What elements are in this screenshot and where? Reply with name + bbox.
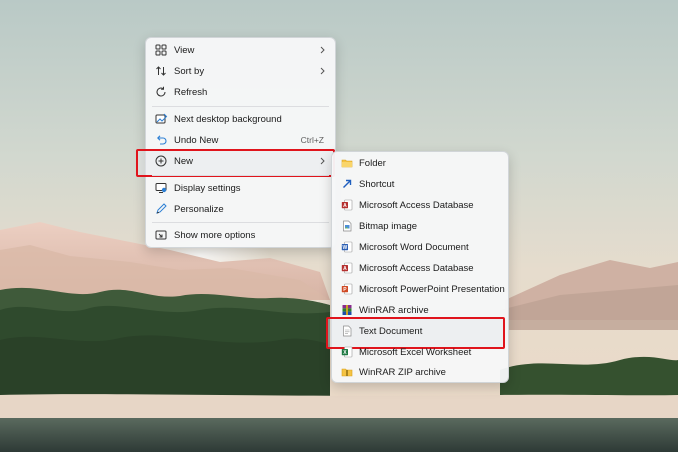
word-icon: W: [340, 240, 354, 254]
submenu-item-bitmap-image[interactable]: Bitmap image: [340, 216, 504, 236]
submenu-item-access-database[interactable]: A Microsoft Access Database: [340, 195, 504, 215]
view-icon: [154, 43, 168, 57]
chevron-right-icon: [318, 45, 326, 55]
submenu-item-label: Shortcut: [359, 178, 395, 190]
submenu-item-label: WinRAR ZIP archive: [359, 366, 446, 378]
winrar-icon: [340, 303, 354, 317]
menu-item-undo-new[interactable]: Undo New Ctrl+Z: [154, 130, 334, 150]
text-document-icon: [340, 324, 354, 338]
submenu-item-label: Text Document: [359, 325, 423, 337]
pen-icon: [154, 202, 168, 216]
menu-item-personalize[interactable]: Personalize: [154, 199, 334, 219]
access-icon: A: [340, 261, 354, 275]
folder-icon: [340, 156, 354, 170]
excel-icon: X: [340, 345, 354, 359]
menu-item-label: Show more options: [174, 229, 256, 241]
menu-item-label: New: [174, 155, 194, 167]
new-submenu: Folder Shortcut A Microsoft Access Datab…: [326, 151, 509, 383]
sort-icon: [154, 64, 168, 78]
menu-separator: [152, 175, 329, 176]
menu-item-label: Display settings: [174, 182, 241, 194]
menu-item-view[interactable]: View: [154, 40, 334, 60]
access-icon: A: [340, 198, 354, 212]
submenu-item-excel-worksheet[interactable]: X Microsoft Excel Worksheet: [340, 342, 504, 362]
submenu-item-label: Microsoft PowerPoint Presentation: [359, 283, 505, 295]
menu-item-new[interactable]: New: [154, 151, 334, 171]
menu-separator: [152, 106, 329, 107]
submenu-item-label: Folder: [359, 157, 386, 169]
undo-icon: [154, 133, 168, 147]
shortcut-icon: [340, 177, 354, 191]
submenu-item-text-document[interactable]: Text Document: [340, 321, 504, 341]
svg-text:A: A: [343, 266, 347, 272]
winrar-zip-icon: [340, 365, 354, 379]
chevron-right-icon: [318, 156, 326, 166]
menu-item-refresh[interactable]: Refresh: [154, 82, 334, 102]
menu-item-display-settings[interactable]: Display settings: [154, 178, 334, 198]
svg-text:W: W: [343, 245, 348, 251]
submenu-item-winrar-zip-archive[interactable]: WinRAR ZIP archive: [340, 362, 504, 382]
submenu-item-label: Bitmap image: [359, 220, 418, 232]
desktop-context-menu: View Sort by Refresh Next desktop backgr…: [136, 37, 336, 248]
submenu-item-shortcut[interactable]: Shortcut: [340, 174, 504, 194]
more-options-icon: [154, 228, 168, 242]
submenu-item-label: Microsoft Access Database: [359, 262, 474, 274]
display-icon: [154, 181, 168, 195]
svg-text:A: A: [343, 203, 347, 209]
powerpoint-icon: P: [340, 282, 354, 296]
undo-shortcut: Ctrl+Z: [300, 135, 324, 145]
menu-item-label: Refresh: [174, 86, 208, 98]
submenu-item-word-document[interactable]: W Microsoft Word Document: [340, 237, 504, 257]
next-background-icon: [154, 112, 168, 126]
menu-separator: [152, 222, 329, 223]
menu-item-sort-by[interactable]: Sort by: [154, 61, 334, 81]
menu-item-label: Personalize: [174, 203, 224, 215]
submenu-item-label: WinRAR archive: [359, 304, 429, 316]
menu-item-label: Next desktop background: [174, 113, 282, 125]
submenu-item-folder[interactable]: Folder: [340, 153, 504, 173]
menu-item-label: View: [174, 44, 195, 56]
new-icon: [154, 154, 168, 168]
menu-item-label: Sort by: [174, 65, 205, 77]
submenu-item-powerpoint-presentation[interactable]: P Microsoft PowerPoint Presentation: [340, 279, 505, 299]
refresh-icon: [154, 85, 168, 99]
menu-item-next-desktop-background[interactable]: Next desktop background: [154, 109, 334, 129]
submenu-item-access-database-2[interactable]: A Microsoft Access Database: [340, 258, 504, 278]
menu-item-show-more-options[interactable]: Show more options: [154, 225, 334, 245]
menu-item-label: Undo New: [174, 134, 219, 146]
submenu-item-label: Microsoft Word Document: [359, 241, 469, 253]
bitmap-icon: [340, 219, 354, 233]
submenu-item-label: Microsoft Excel Worksheet: [359, 346, 472, 358]
chevron-right-icon: [318, 66, 326, 76]
submenu-item-label: Microsoft Access Database: [359, 199, 474, 211]
